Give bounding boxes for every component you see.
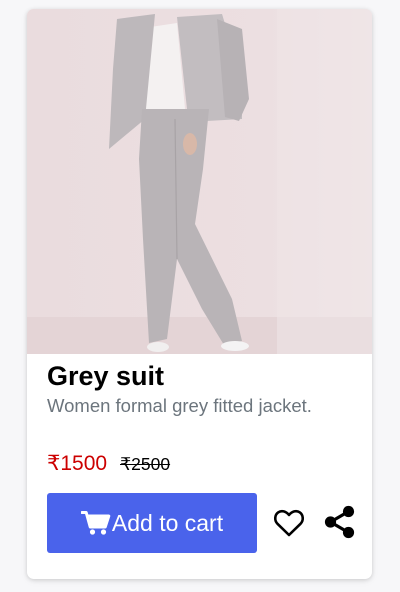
product-title: Grey suit <box>47 361 165 391</box>
add-to-cart-button[interactable]: Add to cart <box>47 493 257 553</box>
wishlist-button[interactable] <box>273 507 305 539</box>
original-price: ₹2500 <box>120 454 171 474</box>
heart-outline-icon <box>273 509 305 537</box>
share-icon <box>324 505 355 539</box>
sale-price: ₹1500 <box>47 452 108 475</box>
product-image[interactable] <box>27 9 372 354</box>
share-button[interactable] <box>324 505 355 539</box>
product-card: Grey suit Women formal grey fitted jacke… <box>27 9 372 579</box>
shopping-cart-icon <box>80 510 111 536</box>
add-to-cart-label: Add to cart <box>111 509 224 536</box>
product-description: Women formal grey fitted jacket. <box>47 395 312 416</box>
